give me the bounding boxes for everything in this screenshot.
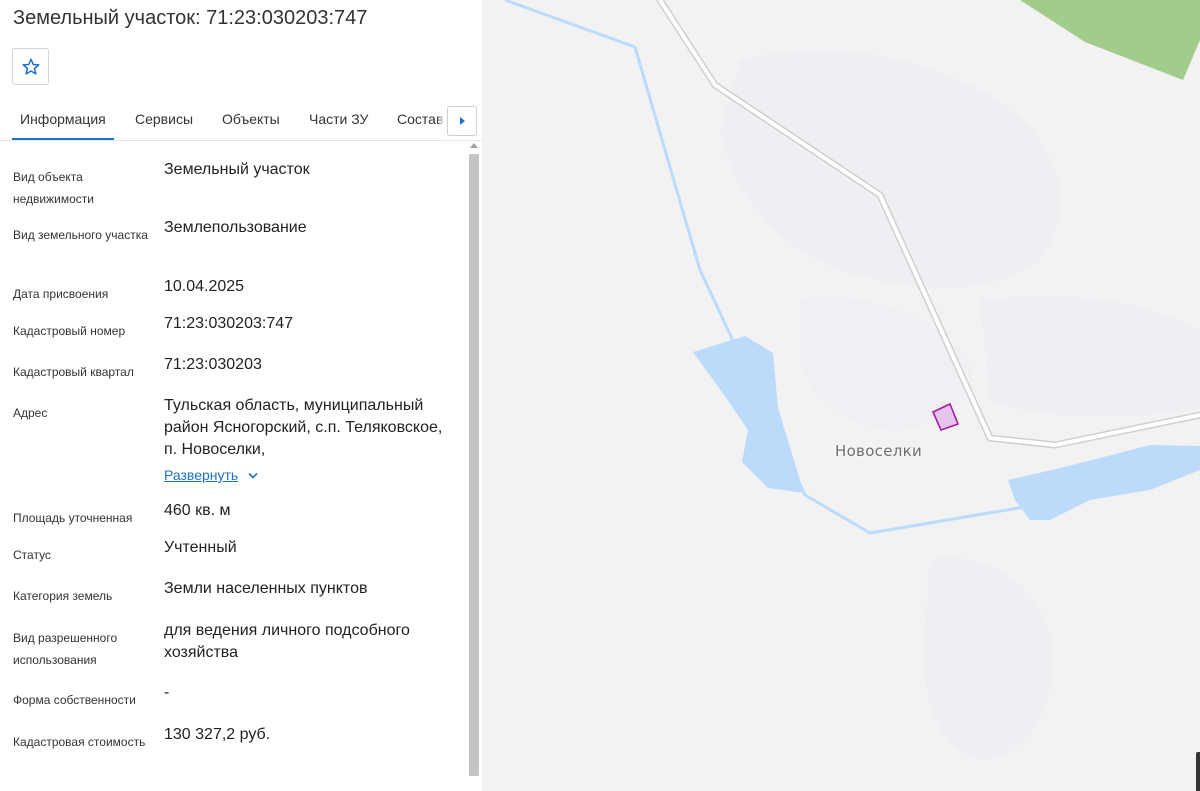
field-value: Земли населенных пунктов — [164, 580, 368, 597]
field-value: 130 327,2 руб. — [164, 726, 271, 743]
field-value: Землепользование — [164, 219, 307, 236]
field-value: 460 кв. м — [164, 502, 231, 519]
field-label: Вид земельного участка — [13, 228, 148, 242]
field-value-container: Тульская область, муниципальный район Яс… — [164, 395, 449, 487]
tab-parts[interactable]: Части ЗУ — [309, 111, 368, 127]
field-label: Площадь уточненная — [13, 511, 133, 525]
field-label: Форма собственности — [13, 693, 136, 707]
info-fields: Вид объекта недвижимости Земельный участ… — [0, 141, 466, 791]
chevron-down-icon — [248, 472, 258, 479]
map-place-label: Новоселки — [835, 442, 923, 460]
field-value: Тульская область, муниципальный район Яс… — [164, 397, 443, 458]
field-value: Учтенный — [164, 539, 237, 556]
field-label: Дата присвоения — [13, 287, 109, 301]
field-value: Земельный участок — [164, 161, 310, 178]
field-label: Вид объекта недвижимости — [13, 170, 94, 206]
page-title: Земельный участок: 71:23:030203:747 — [13, 7, 368, 29]
map-control-edge[interactable] — [1196, 752, 1200, 791]
scroll-thumb[interactable] — [469, 154, 479, 776]
triangle-right-icon — [460, 117, 465, 125]
expand-link[interactable]: Развернуть — [164, 464, 238, 486]
field-label: Категория земель — [13, 589, 113, 603]
field-value: для ведения личного подсобного хозяйства — [164, 622, 410, 661]
field-label: Адрес — [13, 406, 48, 420]
expand-address-button[interactable]: Развернуть — [164, 464, 258, 486]
field-value: - — [164, 684, 170, 701]
field-label: Кадастровый номер — [13, 324, 126, 338]
field-label: Статус — [13, 548, 51, 562]
scroll-up-arrow-icon[interactable] — [470, 143, 478, 148]
field-label: Вид разрешенного использования — [13, 631, 118, 667]
info-panel: Земельный участок: 71:23:030203:747 Инфо… — [0, 0, 482, 791]
tab-composition[interactable]: Состав — [397, 111, 443, 127]
tabs-scroll-right-button[interactable] — [447, 106, 477, 136]
tab-bar: Информация Сервисы Объекты Части ЗУ Сост… — [0, 100, 482, 141]
tab-information[interactable]: Информация — [12, 111, 114, 140]
field-label: Кадастровая стоимость — [13, 735, 146, 749]
tab-services[interactable]: Сервисы — [135, 111, 193, 127]
field-value: 71:23:030203 — [164, 356, 262, 373]
panel-scrollbar[interactable] — [466, 141, 482, 791]
field-value: 71:23:030203:747 — [164, 315, 294, 332]
field-value: 10.04.2025 — [164, 278, 245, 295]
tab-objects[interactable]: Объекты — [222, 111, 280, 127]
star-outline-icon — [22, 58, 39, 75]
favorite-button[interactable] — [12, 48, 49, 85]
field-label: Кадастровый квартал — [13, 365, 134, 379]
